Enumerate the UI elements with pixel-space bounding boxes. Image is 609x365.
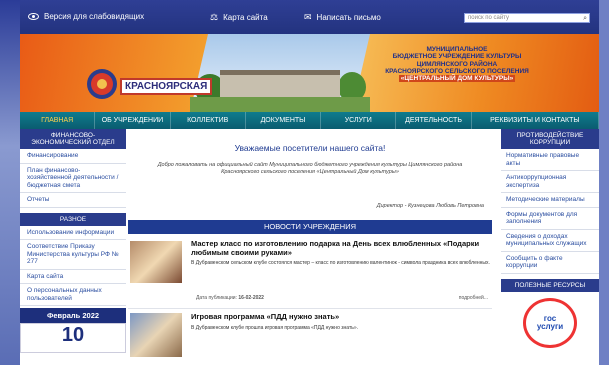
sidebar-link[interactable]: Карта сайта [20,270,126,284]
nav-item-services[interactable]: УСЛУГИ [321,112,397,129]
accessibility-label: Версия для слабовидящих [44,12,145,21]
news-excerpt: В Дубравенском клубе прошла игровая прог… [191,325,359,331]
director-signature: Директор - Кузнецова Любовь Петровна [376,203,484,209]
main-content: Уважаемые посетители нашего сайта! Добро… [128,129,492,365]
sitemap-label: Карта сайта [223,13,268,22]
banner-ground [190,97,370,112]
nav-item-team[interactable]: КОЛЛЕКТИВ [171,112,246,129]
news-date: Дата публикации: 16-02-2022 [196,295,264,301]
sidebar-link[interactable]: План финансово-хозяйственной деятельност… [20,164,126,193]
village-name: КРАСНОЯРСКАЯ [120,78,213,95]
right-sidebar: ПРОТИВОДЕЙСТВИЕ КОРРУПЦИИ Нормативные пр… [501,129,599,365]
gosuslugi-logo-text: услуги [536,321,564,331]
news-item: Игровая программа «ПДД нужно знать» В Ду… [128,308,492,357]
sitemap-icon: ⚖ [210,12,219,22]
sidebar-link[interactable]: О персональных данных пользователей [20,284,126,306]
news-excerpt: В Дубравенском сельском клубе состоялся … [191,260,490,266]
sidebar-heading-resources: ПОЛЕЗНЫЕ РЕСУРСЫ [501,278,599,292]
page-background-right [599,0,609,365]
sidebar-link[interactable]: Сведения о доходах муниципальных служащи… [501,230,599,252]
news-date-label: Дата публикации: [196,295,237,301]
eye-icon [28,13,39,20]
sidebar-link[interactable]: Сообщить о факте коррупции [501,252,599,274]
news-date-value: 16-02-2022 [238,295,264,301]
news-thumbnail[interactable] [130,313,182,357]
calendar-day[interactable]: 10 [20,323,126,353]
header-banner: КРАСНОЯРСКАЯ МУНИЦИПАЛЬНОЕ БЮДЖЕТНОЕ УЧР… [20,34,599,112]
news-thumbnail[interactable] [130,241,182,283]
calendar-month: Февраль 2022 [20,308,126,323]
top-bar: Версия для слабовидящих ⚖ Карта сайта ✉ … [20,0,599,34]
write-letter-link[interactable]: ✉ Написать письмо [304,12,381,23]
gosuslugi-banner[interactable]: гос услуги [523,297,577,348]
institution-title-line: БЮДЖЕТНОЕ УЧРЕЖДЕНИЕ КУЛЬТУРЫ [392,53,522,61]
sitemap-link[interactable]: ⚖ Карта сайта [210,12,268,23]
nav-item-activity[interactable]: ДЕЯТЕЛЬНОСТЬ [396,112,472,129]
institution-title-line: МУНИЦИПАЛЬНОЕ [426,46,488,53]
sidebar-link[interactable]: Использование информации [20,226,126,240]
accessibility-link[interactable]: Версия для слабовидящих [28,12,144,21]
institution-title: МУНИЦИПАЛЬНОЕ БЮДЖЕТНОЕ УЧРЕЖДЕНИЕ КУЛЬТ… [342,46,572,83]
sidebar-link[interactable]: Соответствие Приказу Министерства культу… [20,240,126,270]
search-input[interactable]: поиск по сайту ⌕ [464,13,590,23]
sidebar-link[interactable]: Нормативные правовые акты [501,149,599,171]
sidebar-heading-anticorruption: ПРОТИВОДЕЙСТВИЕ КОРРУПЦИИ [501,129,599,149]
sidebar-link[interactable]: Антикоррупционная экспертиза [501,171,599,193]
welcome-text: Добро пожаловать на официальный сайт Мун… [157,162,463,175]
institution-title-line: «ЦЕНТРАЛЬНЫЙ ДОМ КУЛЬТУРЫ» [398,75,516,83]
search-icon[interactable]: ⌕ [583,14,587,23]
nav-item-contacts[interactable]: РЕКВИЗИТЫ И КОНТАКТЫ [472,112,599,129]
nav-item-about[interactable]: ОБ УЧРЕЖДЕНИИ [95,112,171,129]
main-navigation: ГЛАВНАЯ ОБ УЧРЕЖДЕНИИ КОЛЛЕКТИВ ДОКУМЕНТ… [20,112,599,129]
sidebar-link[interactable]: Финансирование [20,149,126,164]
sidebar-link[interactable]: Отчеты [20,193,126,208]
welcome-heading: Уважаемые посетители нашего сайта! [234,143,386,153]
banner-building [220,70,340,98]
sidebar-link[interactable]: Методические материалы [501,193,599,208]
envelope-icon: ✉ [304,12,312,22]
sidebar-heading-finance: ФИНАНСОВО-ЭКОНОМИЧЕСКИЙ ОТДЕЛ [20,129,126,149]
news-title[interactable]: Мастер класс по изготовлению подарка на … [191,239,491,257]
nav-item-documents[interactable]: ДОКУМЕНТЫ [246,112,322,129]
page-background-left [0,0,20,365]
site-container: Версия для слабовидящих ⚖ Карта сайта ✉ … [20,0,599,365]
write-letter-label: Написать письмо [316,13,381,22]
search-placeholder: поиск по сайту [468,15,509,21]
news-header: НОВОСТИ УЧРЕЖДЕНИЯ [128,220,492,234]
news-more-link[interactable]: подробней... [459,295,488,301]
nav-item-home[interactable]: ГЛАВНАЯ [20,112,96,129]
left-sidebar: ФИНАНСОВО-ЭКОНОМИЧЕСКИЙ ОТДЕЛ Финансиров… [20,129,126,365]
sidebar-link[interactable]: Формы документов для заполнения [501,208,599,230]
news-title[interactable]: Игровая программа «ПДД нужно знать» [191,312,491,322]
sidebar-heading-misc: РАЗНОЕ [20,212,126,226]
institution-title-line: ЦИМЛЯНСКОГО РАЙОНА [416,60,498,68]
